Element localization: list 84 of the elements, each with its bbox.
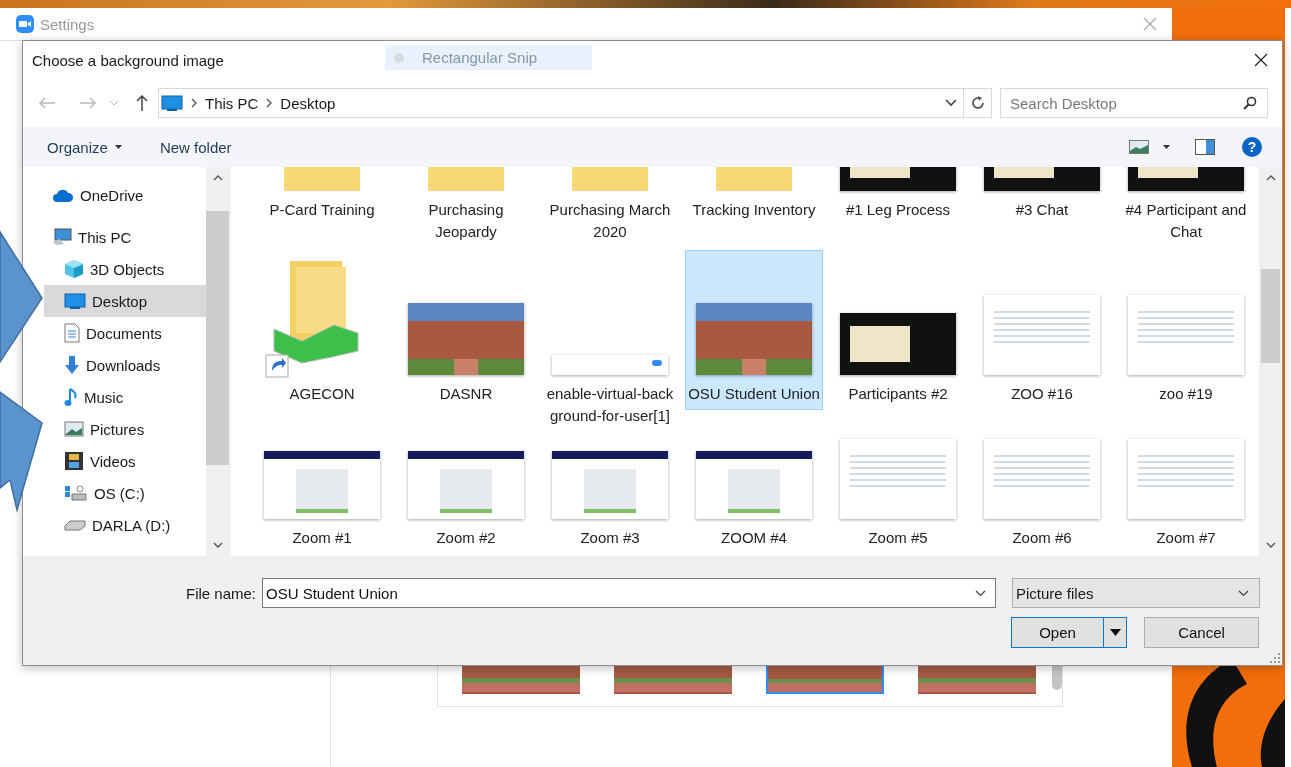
document-icon: [64, 323, 80, 343]
file-item[interactable]: Purchasing Jeopardy: [397, 167, 535, 248]
chevron-down-icon[interactable]: [945, 99, 957, 107]
chevron-down-icon: [1238, 589, 1249, 597]
snip-label: Rectangular Snip: [422, 49, 538, 66]
file-item[interactable]: zoo #19: [1117, 250, 1255, 410]
refresh-button[interactable]: [964, 88, 992, 118]
picture-icon: [64, 421, 84, 437]
file-item[interactable]: ZOO #16: [973, 250, 1111, 410]
drive-icon: [64, 519, 86, 531]
cancel-button[interactable]: Cancel: [1144, 617, 1259, 648]
scrollbar[interactable]: [206, 167, 229, 556]
sidebar-item[interactable]: Pictures: [44, 413, 206, 445]
file-item[interactable]: #1 Leg Process: [829, 167, 967, 226]
file-item[interactable]: enable-virtual-background-for-user[1]: [541, 250, 679, 432]
sidebar-item[interactable]: Music: [44, 381, 206, 413]
search-icon: [1243, 96, 1257, 110]
chevron-down-icon[interactable]: [212, 542, 223, 548]
refresh-icon: [969, 95, 986, 111]
breadcrumb-link[interactable]: This PC: [205, 94, 259, 112]
file-name-label: File name:: [184, 584, 256, 602]
sidebar-item[interactable]: Desktop: [44, 285, 206, 317]
close-icon[interactable]: [1254, 53, 1268, 67]
file-item[interactable]: AGECON: [253, 250, 391, 410]
cloud-icon: [52, 188, 74, 202]
computer-icon: [52, 228, 72, 246]
chevron-right-icon: [191, 98, 197, 108]
resize-grip-icon[interactable]: [1270, 653, 1280, 663]
sidebar-item[interactable]: Downloads: [44, 349, 206, 381]
sidebar-item[interactable]: OneDrive: [44, 179, 206, 211]
cube-icon: [64, 259, 84, 279]
scrollbar[interactable]: [1259, 167, 1282, 556]
video-camera-icon: [16, 15, 34, 33]
caret-icon: [114, 145, 122, 149]
sidebar-item[interactable]: This PC: [44, 221, 206, 253]
film-icon: [64, 451, 84, 471]
address-bar[interactable]: This PC Desktop: [158, 88, 964, 118]
chevron-up-icon[interactable]: [1265, 175, 1276, 181]
chevron-up-icon[interactable]: [212, 175, 223, 181]
file-item[interactable]: Participants #2: [829, 250, 967, 410]
file-item[interactable]: ZOOM #4: [685, 434, 823, 554]
drive-icon: [64, 484, 88, 502]
up-arrow-icon[interactable]: [135, 94, 149, 112]
monitor-icon: [161, 95, 183, 111]
file-type-dropdown[interactable]: Picture files: [1012, 578, 1260, 608]
file-item[interactable]: P-Card Training: [253, 167, 391, 226]
window-title: Settings: [40, 15, 95, 33]
file-item[interactable]: #4 Participant and Chat: [1117, 167, 1255, 248]
file-item[interactable]: Tracking Inventory: [685, 167, 823, 226]
file-item[interactable]: Zoom #7: [1117, 434, 1255, 554]
sidebar-item[interactable]: Documents: [44, 317, 206, 349]
chevron-down-icon[interactable]: [975, 590, 986, 597]
sidebar-item[interactable]: 3D Objects: [44, 253, 206, 285]
music-note-icon: [64, 387, 78, 407]
file-item[interactable]: Purchasing March 2020: [541, 167, 679, 248]
caret-icon: [1109, 629, 1121, 636]
caret-icon[interactable]: [1163, 145, 1170, 149]
file-item[interactable]: Zoom #3: [541, 434, 679, 554]
file-item[interactable]: OSU Student Union: [685, 250, 823, 410]
new-folder-button[interactable]: New folder: [157, 136, 234, 158]
sidebar-item[interactable]: Videos: [44, 445, 206, 477]
scrollbar-thumb[interactable]: [206, 211, 229, 465]
file-name-field[interactable]: OSU Student Union: [262, 578, 996, 608]
search-field[interactable]: Search Desktop: [1000, 88, 1268, 118]
sidebar-item[interactable]: OS (C:): [44, 477, 206, 509]
picture-icon[interactable]: [1129, 140, 1149, 154]
sidebar-item[interactable]: DARLA (D:): [44, 509, 206, 541]
file-item[interactable]: DASNR: [397, 250, 535, 410]
monitor-icon: [64, 293, 86, 309]
file-item[interactable]: Zoom #1: [253, 434, 391, 554]
scrollbar-thumb[interactable]: [1261, 269, 1280, 363]
file-item[interactable]: Zoom #2: [397, 434, 535, 554]
help-button[interactable]: ?: [1242, 137, 1262, 157]
record-dot-icon: [394, 52, 404, 63]
dialog-title: Choose a background image: [32, 51, 224, 69]
file-item[interactable]: #3 Chat: [973, 167, 1111, 226]
file-item[interactable]: Zoom #5: [829, 434, 967, 554]
breadcrumb-link[interactable]: Desktop: [280, 94, 336, 112]
chevron-right-icon: [266, 98, 273, 108]
download-arrow-icon: [64, 355, 80, 375]
file-item[interactable]: Zoom #6: [973, 434, 1111, 554]
organize-menu[interactable]: Organize: [45, 136, 124, 158]
preview-pane-icon[interactable]: [1195, 139, 1215, 155]
chevron-down-icon[interactable]: [1265, 542, 1276, 548]
